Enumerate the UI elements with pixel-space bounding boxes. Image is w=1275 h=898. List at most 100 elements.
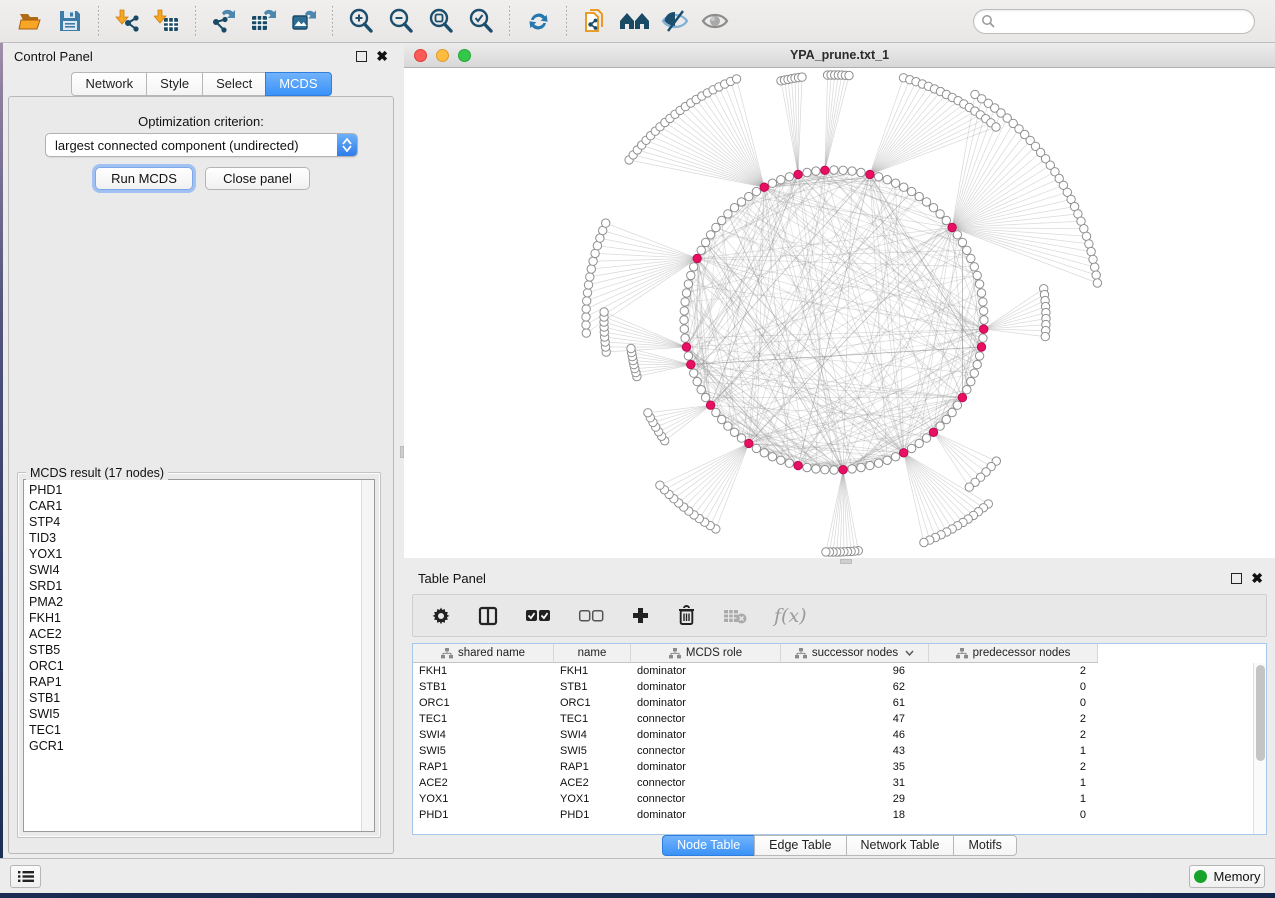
list-item[interactable]: RAP1	[24, 674, 374, 690]
tab-motifs[interactable]: Motifs	[953, 835, 1016, 856]
list-item[interactable]: CAR1	[24, 498, 374, 514]
list-item[interactable]: YOX1	[24, 546, 374, 562]
list-item[interactable]: TEC1	[24, 722, 374, 738]
list-item[interactable]: STP4	[24, 514, 374, 530]
list-item[interactable]: ACE2	[24, 626, 374, 642]
table-cell: 62	[781, 679, 929, 695]
toggle-graphics-details-icon[interactable]	[658, 5, 692, 37]
show-hide-eye-icon[interactable]	[698, 5, 732, 37]
network-canvas[interactable]	[404, 68, 1275, 558]
export-network-icon[interactable]	[207, 5, 241, 37]
export-image-icon[interactable]	[287, 5, 321, 37]
toolbar-separator	[566, 6, 567, 36]
column-type-icon	[956, 648, 968, 659]
search-input[interactable]	[996, 11, 1254, 31]
table-cell: dominator	[631, 727, 781, 743]
zoom-selected-icon[interactable]	[464, 5, 498, 37]
settings-gear-icon[interactable]	[431, 606, 451, 626]
table-cell: SWI4	[413, 727, 554, 743]
delete-column-icon[interactable]	[677, 605, 696, 626]
tab-edge-table[interactable]: Edge Table	[754, 835, 845, 856]
tab-style[interactable]: Style	[146, 72, 202, 96]
table-cell: TEC1	[554, 711, 631, 727]
open-file-icon[interactable]	[13, 5, 47, 37]
table-row[interactable]: SWI4SWI4dominator462	[413, 727, 1253, 743]
select-all-icon[interactable]	[525, 609, 551, 623]
run-mcds-button[interactable]: Run MCDS	[95, 167, 193, 190]
node-table[interactable]: shared name name MCDS role successor nod…	[412, 643, 1267, 835]
result-list-scrollbar[interactable]	[361, 480, 374, 831]
list-item[interactable]: SWI5	[24, 706, 374, 722]
table-scrollbar[interactable]	[1253, 663, 1266, 834]
list-item[interactable]: SWI4	[24, 562, 374, 578]
column-header-shared-name[interactable]: shared name	[413, 644, 554, 663]
close-panel-icon[interactable]: ✖	[376, 51, 388, 62]
table-row[interactable]: FKH1FKH1dominator962	[413, 663, 1253, 679]
sort-descending-icon	[905, 650, 914, 656]
function-builder-icon[interactable]: f(x)	[774, 605, 807, 627]
deselect-all-icon[interactable]	[578, 609, 604, 623]
share-document-icon[interactable]	[578, 5, 612, 37]
close-panel-icon[interactable]: ✖	[1251, 573, 1263, 584]
export-table-icon[interactable]	[247, 5, 281, 37]
tab-network-table[interactable]: Network Table	[846, 835, 954, 856]
tab-select[interactable]: Select	[202, 72, 265, 96]
refresh-view-icon[interactable]	[521, 5, 555, 37]
network-graph[interactable]	[404, 68, 1275, 558]
tab-network[interactable]: Network	[71, 72, 146, 96]
save-session-icon[interactable]	[53, 5, 87, 37]
tab-node-table[interactable]: Node Table	[662, 835, 754, 856]
network-search-box[interactable]	[973, 9, 1255, 34]
list-item[interactable]: STB5	[24, 642, 374, 658]
horizontal-splitter[interactable]	[404, 558, 1275, 565]
table-row[interactable]: YOX1YOX1connector291	[413, 791, 1253, 807]
zoom-fit-icon[interactable]	[424, 5, 458, 37]
column-header-predecessor-nodes[interactable]: predecessor nodes	[929, 644, 1098, 663]
list-item[interactable]: PHD1	[24, 482, 374, 498]
birdseye-view-icon[interactable]	[618, 5, 652, 37]
table-row[interactable]: ACE2ACE2connector311	[413, 775, 1253, 791]
tab-mcds[interactable]: MCDS	[265, 72, 331, 96]
list-item[interactable]: STB1	[24, 690, 374, 706]
optimization-criterion-select[interactable]: largest connected component (undirected)	[45, 133, 358, 157]
mcds-result-list[interactable]: PHD1CAR1STP4TID3YOX1SWI4SRD1PMA2FKH1ACE2…	[23, 479, 375, 832]
list-item[interactable]: ORC1	[24, 658, 374, 674]
show-log-button[interactable]	[10, 865, 41, 888]
search-icon	[981, 14, 996, 29]
float-panel-icon[interactable]	[356, 51, 367, 62]
table-cell: 43	[781, 743, 929, 759]
zoom-out-icon[interactable]	[384, 5, 418, 37]
scrollbar-thumb[interactable]	[1256, 665, 1265, 761]
control-panel-tabs: Network Style Select MCDS	[3, 72, 400, 96]
column-label: MCDS role	[686, 647, 742, 659]
table-row[interactable]: PHD1PHD1dominator180	[413, 807, 1253, 823]
column-header-successor-nodes[interactable]: successor nodes	[781, 644, 929, 663]
list-item[interactable]: SRD1	[24, 578, 374, 594]
list-item[interactable]: PMA2	[24, 594, 374, 610]
add-column-icon[interactable]	[631, 606, 650, 625]
table-cell: FKH1	[554, 663, 631, 679]
float-panel-icon[interactable]	[1231, 573, 1242, 584]
list-item[interactable]: FKH1	[24, 610, 374, 626]
table-row[interactable]: TEC1TEC1connector472	[413, 711, 1253, 727]
list-item[interactable]: TID3	[24, 530, 374, 546]
table-row[interactable]: RAP1RAP1dominator352	[413, 759, 1253, 775]
table-cell: SWI5	[554, 743, 631, 759]
table-row[interactable]: STB1STB1dominator620	[413, 679, 1253, 695]
delete-table-icon[interactable]	[723, 608, 747, 624]
table-row[interactable]: ORC1ORC1dominator610	[413, 695, 1253, 711]
import-table-icon[interactable]	[150, 5, 184, 37]
list-item[interactable]: GCR1	[24, 738, 374, 754]
memory-button[interactable]: Memory	[1189, 865, 1265, 888]
import-network-icon[interactable]	[110, 5, 144, 37]
network-window-titlebar[interactable]: YPA_prune.txt_1	[404, 43, 1275, 68]
close-panel-button[interactable]: Close panel	[205, 167, 310, 190]
show-columns-icon[interactable]	[478, 606, 498, 626]
column-header-mcds-role[interactable]: MCDS role	[631, 644, 781, 663]
column-header-name[interactable]: name	[554, 644, 631, 663]
table-row[interactable]: SWI5SWI5connector431	[413, 743, 1253, 759]
mcds-result-items: PHD1CAR1STP4TID3YOX1SWI4SRD1PMA2FKH1ACE2…	[24, 480, 374, 754]
table-cell: ORC1	[413, 695, 554, 711]
table-cell: ORC1	[554, 695, 631, 711]
zoom-in-icon[interactable]	[344, 5, 378, 37]
